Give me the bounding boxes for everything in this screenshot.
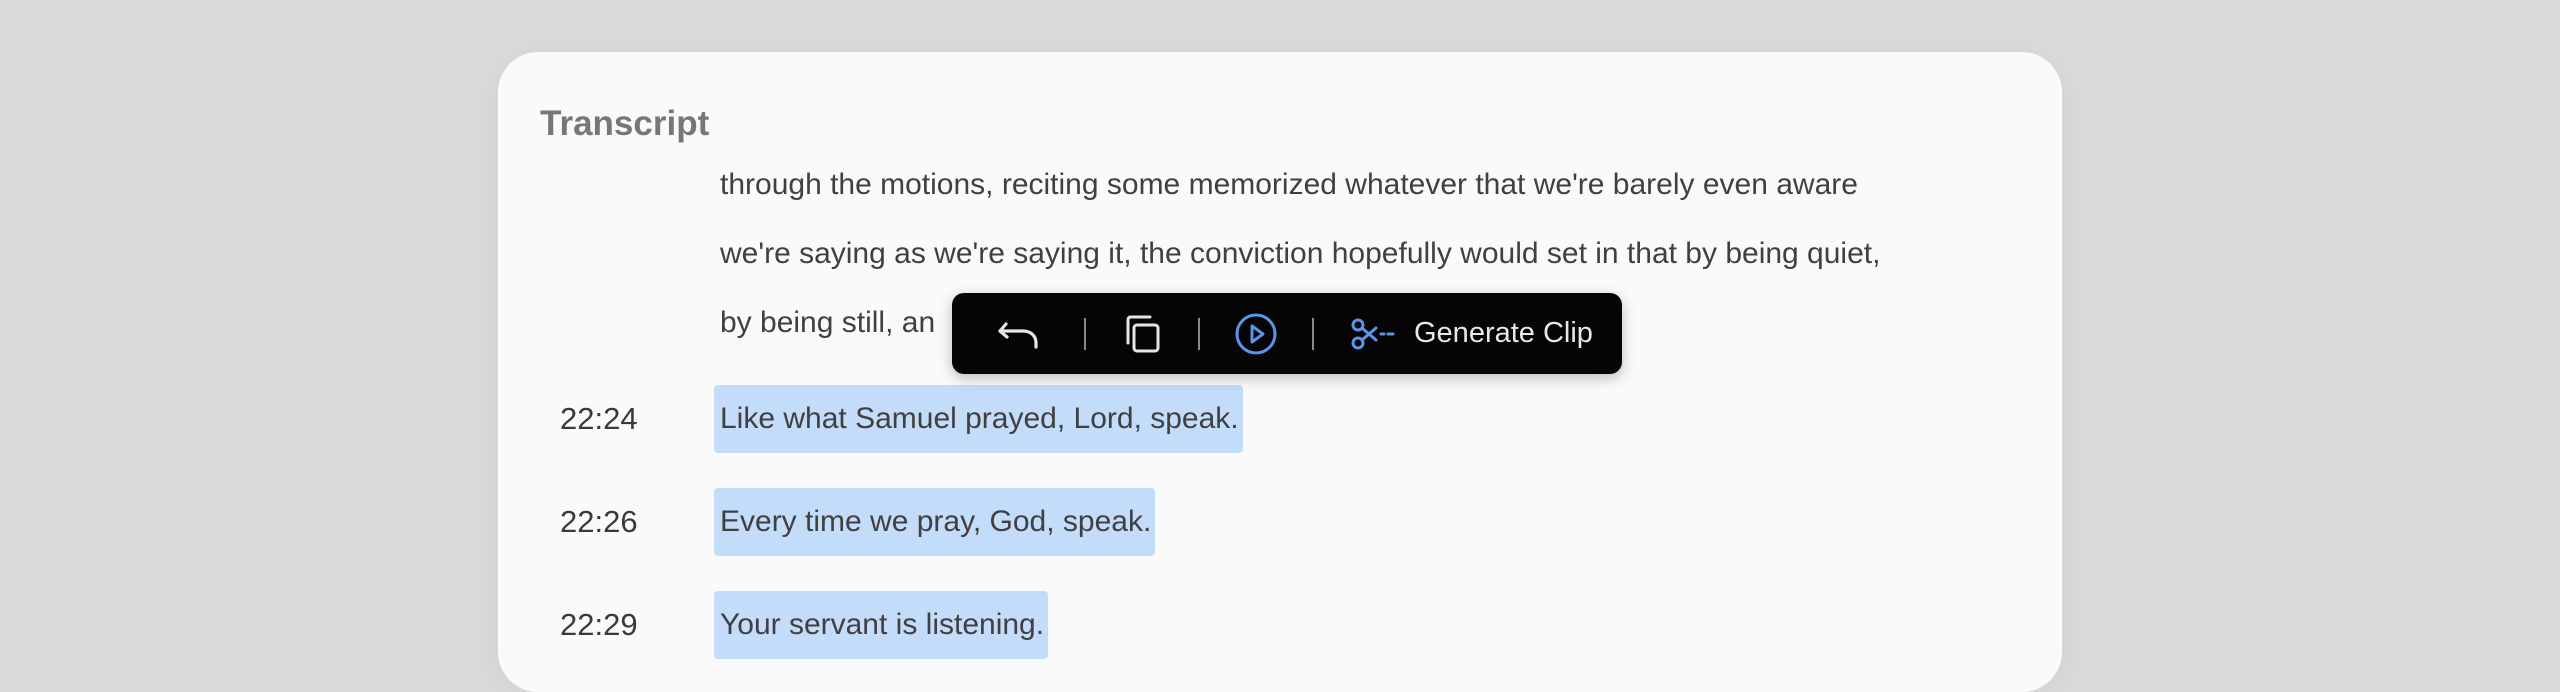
generate-clip-button[interactable]: Generate Clip: [1314, 316, 1593, 352]
copy-button[interactable]: [1086, 312, 1198, 356]
copy-icon: [1120, 312, 1164, 356]
undo-button[interactable]: [952, 316, 1084, 352]
transcript-line: through the motions, reciting some memor…: [720, 168, 1858, 201]
undo-icon: [996, 316, 1040, 352]
segment-text-selected[interactable]: Your servant is listening.: [714, 591, 1049, 659]
selection-toolbar: Generate Clip: [952, 293, 1622, 374]
transcript-segment-row: 22:24 Like what Samuel prayed, Lord, spe…: [498, 385, 2062, 453]
transcript-segment-row: 22:26 Every time we pray, God, speak.: [498, 488, 2062, 556]
transcript-segment-row: 22:29 Your servant is listening.: [498, 591, 2062, 659]
segment-text-selected[interactable]: Like what Samuel prayed, Lord, speak.: [714, 385, 1243, 453]
generate-clip-label: Generate Clip: [1414, 317, 1593, 349]
segment-text-selected[interactable]: Every time we pray, God, speak.: [714, 488, 1156, 556]
scissors-icon: [1350, 316, 1396, 352]
segment-timestamp[interactable]: 22:24: [560, 385, 638, 453]
segment-timestamp[interactable]: 22:26: [560, 488, 638, 556]
play-icon: [1233, 311, 1279, 357]
segment-timestamp[interactable]: 22:29: [560, 591, 638, 659]
play-button[interactable]: [1200, 311, 1312, 357]
transcript-title: Transcript: [540, 104, 710, 143]
transcript-line: we're saying as we're saying it, the con…: [720, 237, 1881, 270]
